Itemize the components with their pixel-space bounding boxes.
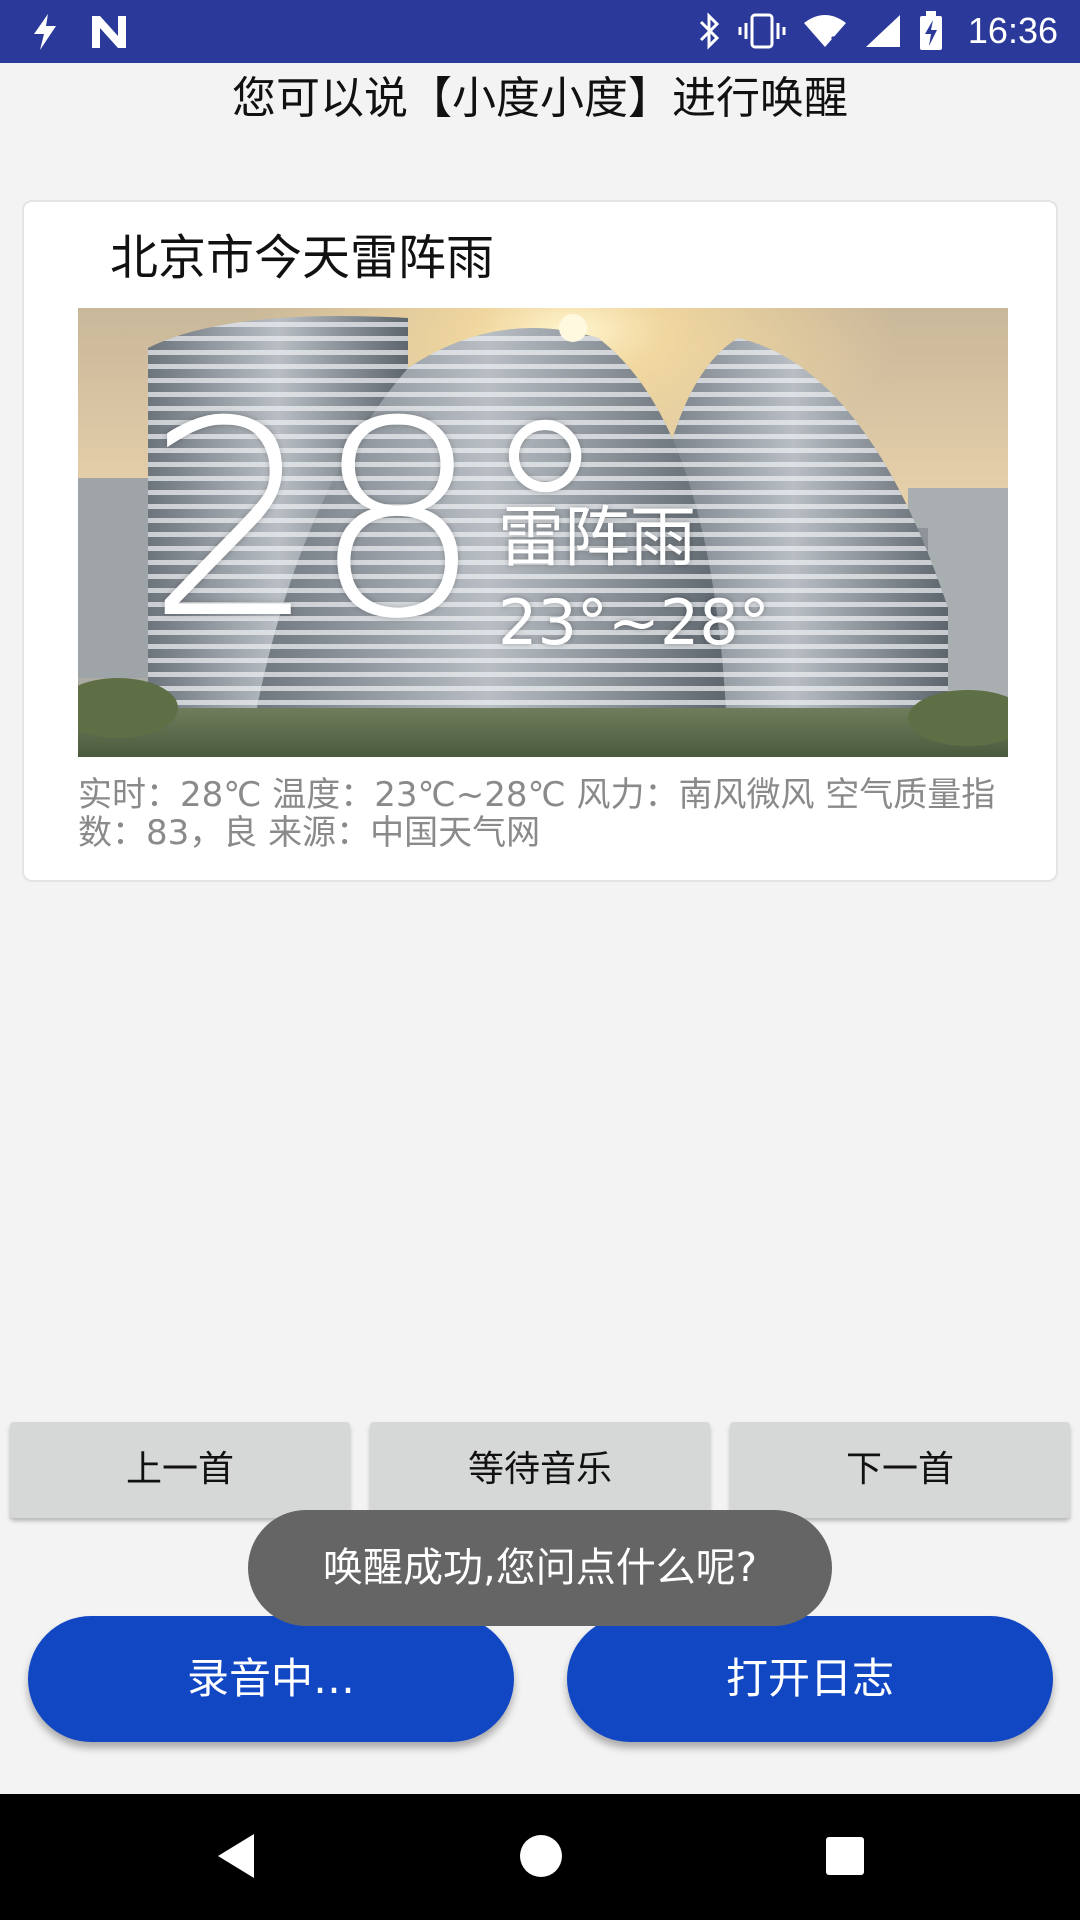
- prev-track-button[interactable]: 上一首: [10, 1422, 350, 1518]
- signal-icon: [864, 13, 902, 49]
- weather-detail: 实时：28℃ 温度：23℃~28℃ 风力：南风微风 空气质量指数：83，良 来源…: [78, 775, 996, 853]
- open-log-button[interactable]: 打开日志: [567, 1616, 1053, 1742]
- n-logo-icon: [90, 14, 128, 50]
- weather-condition: 雷阵雨: [498, 499, 696, 576]
- flash-icon: [30, 12, 60, 52]
- back-icon[interactable]: [214, 1830, 258, 1886]
- battery-charging-icon: [918, 10, 944, 52]
- weather-range: 23°~28°: [498, 586, 770, 659]
- home-icon[interactable]: [518, 1830, 564, 1886]
- vibrate-icon: [738, 13, 786, 49]
- recents-icon[interactable]: [824, 1830, 866, 1886]
- weather-image: 28° 雷阵雨 23°~28°: [78, 308, 1008, 757]
- navigation-bar: [0, 1794, 1080, 1920]
- record-button[interactable]: 录音中…: [28, 1616, 514, 1742]
- wait-music-button[interactable]: 等待音乐: [370, 1422, 710, 1518]
- status-bar: 16:36: [0, 0, 1080, 63]
- wifi-icon: [802, 13, 848, 49]
- wake-hint: 您可以说【小度小度】进行唤醒: [232, 73, 848, 124]
- weather-card[interactable]: 北京市今天雷阵雨 28° 雷阵雨 23°~28° 实时：28℃ 温度：23℃~2…: [22, 200, 1058, 882]
- weather-title: 北京市今天雷阵雨: [110, 230, 495, 286]
- bluetooth-icon: [698, 12, 722, 50]
- toast-message: 唤醒成功,您问点什么呢?: [248, 1510, 832, 1626]
- next-track-button[interactable]: 下一首: [730, 1422, 1070, 1518]
- status-time: 16:36: [967, 10, 1058, 51]
